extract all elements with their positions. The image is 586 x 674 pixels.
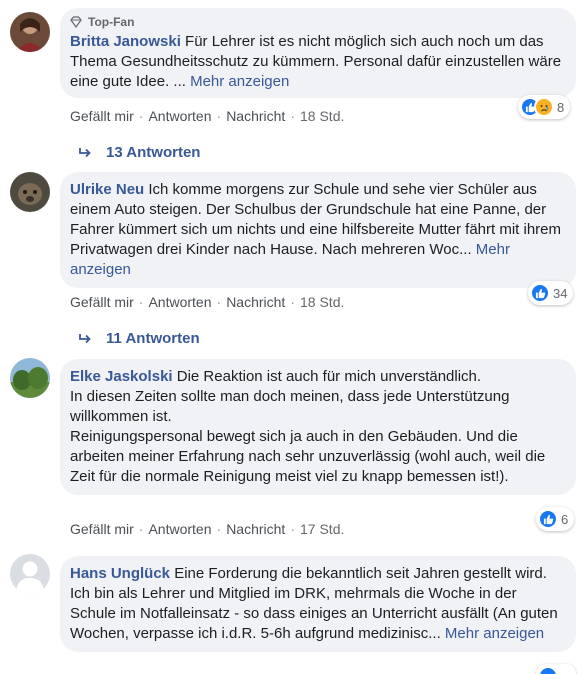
separator: · <box>290 108 295 124</box>
separator: · <box>290 294 295 310</box>
comment-text-line: Reinigungspersonal bewegt sich ja auch i… <box>70 428 546 485</box>
comment-bubble: Top-Fan Britta Janowski Für Lehrer ist e… <box>60 8 576 98</box>
reply-arrow-icon <box>79 147 91 157</box>
avatar[interactable] <box>10 12 50 52</box>
reaction-summary[interactable]: 6 <box>536 507 575 531</box>
comment-bubble: Hans Unglück Eine Forderung die bekanntl… <box>60 556 576 652</box>
comment-bubble: Ulrike Neu Ich komme morgens zur Schule … <box>60 172 576 288</box>
reply-arrow-icon <box>79 333 91 343</box>
top-fan-badge: Top-Fan <box>70 14 566 30</box>
reaction-summary[interactable] <box>536 664 576 674</box>
diamond-icon <box>70 16 82 28</box>
avatar[interactable] <box>10 554 50 594</box>
separator: · <box>138 521 144 537</box>
view-replies-link[interactable]: 11 Antworten <box>78 330 200 347</box>
avatar[interactable] <box>10 172 50 212</box>
comment-author[interactable]: Elke Jaskolski <box>70 368 173 385</box>
comment-bubble: Elke Jaskolski Die Reaktion ist auch für… <box>60 359 576 495</box>
reaction-summary[interactable]: 8 <box>518 95 571 119</box>
badge-label: Top-Fan <box>88 15 135 29</box>
see-more-link[interactable]: Mehr anzeigen <box>190 73 289 90</box>
reaction-summary[interactable]: 34 <box>528 281 574 305</box>
reaction-count: 34 <box>553 285 568 301</box>
like-link[interactable]: Gefällt mir <box>70 108 134 124</box>
separator: · <box>216 294 222 310</box>
like-link[interactable]: Gefällt mir <box>70 521 134 537</box>
comment-text-line: In diesen Zeiten sollte man doch meinen,… <box>70 388 510 425</box>
separator: · <box>216 108 222 124</box>
like-link[interactable]: Gefällt mir <box>70 294 134 310</box>
separator: · <box>138 294 144 310</box>
comment-actions: Gefällt mir · Antworten · Nachricht · 17… <box>70 521 344 537</box>
sad-reaction-icon <box>534 97 554 117</box>
separator: · <box>216 521 222 537</box>
comment-author[interactable]: Hans Unglück <box>70 565 170 582</box>
view-replies-link[interactable]: 13 Antworten <box>78 144 200 161</box>
message-link[interactable]: Nachricht <box>226 108 285 124</box>
comment-text: Die Reaktion ist auch für mich unverstän… <box>176 368 482 385</box>
like-reaction-icon <box>538 666 558 674</box>
separator: · <box>290 521 295 537</box>
comment-timestamp[interactable]: 18 Std. <box>300 108 344 124</box>
see-more-link[interactable]: Mehr anzeigen <box>445 625 544 642</box>
comment-author[interactable]: Ulrike Neu <box>70 181 144 198</box>
separator: · <box>138 108 144 124</box>
comment-timestamp[interactable]: 18 Std. <box>300 294 344 310</box>
reply-link[interactable]: Antworten <box>148 294 211 310</box>
replies-label: 13 Antworten <box>106 144 201 161</box>
comment-actions: Gefällt mir · Antworten · Nachricht · 18… <box>70 294 344 310</box>
like-reaction-icon <box>530 283 550 303</box>
message-link[interactable]: Nachricht <box>226 294 285 310</box>
reply-link[interactable]: Antworten <box>148 108 211 124</box>
reaction-count: 8 <box>557 99 565 115</box>
avatar[interactable] <box>10 358 50 398</box>
reply-link[interactable]: Antworten <box>148 521 211 537</box>
like-reaction-icon <box>538 509 558 529</box>
replies-label: 11 Antworten <box>106 330 200 347</box>
reaction-count: 6 <box>561 511 569 527</box>
comment-actions: Gefällt mir · Antworten · Nachricht · 18… <box>70 108 344 124</box>
comment-timestamp[interactable]: 17 Std. <box>300 521 344 537</box>
message-link[interactable]: Nachricht <box>226 521 285 537</box>
comment-author[interactable]: Britta Janowski <box>70 33 181 50</box>
